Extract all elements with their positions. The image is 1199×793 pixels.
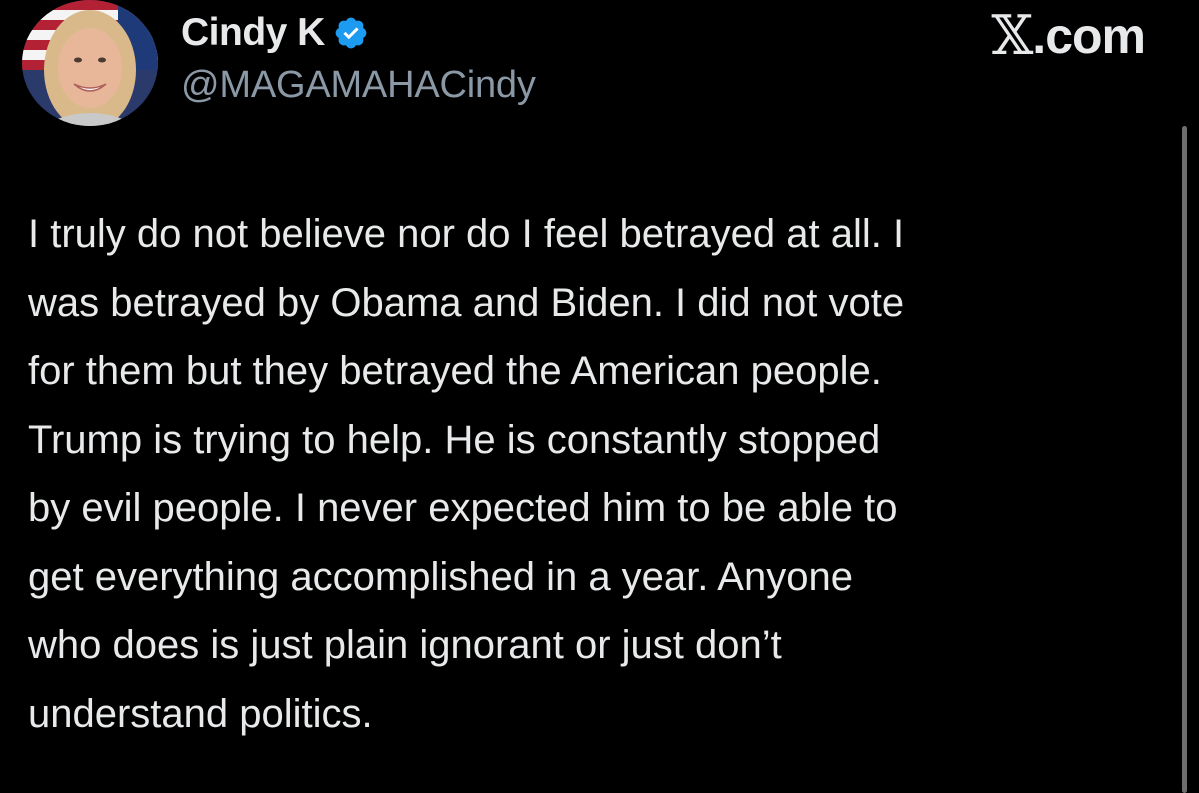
tweet-text-line: who does is just plain ignorant or just … xyxy=(28,623,782,667)
x-logo-icon: 𝕏 .com xyxy=(991,4,1146,67)
tweet-text-line: Trump is trying to help. He is constantl… xyxy=(28,417,881,462)
brand-mark: 𝕏 xyxy=(991,4,1033,67)
brand-suffix: .com xyxy=(1032,7,1146,64)
tweet-text-line: understand politics. xyxy=(28,691,373,736)
tweet-text-line: was betrayed by Obama and Biden. I did n… xyxy=(28,280,905,325)
tweet-text-line: by evil people. I never expected him to … xyxy=(28,486,898,530)
tweet-text: I truly do not believe nor do I feel bet… xyxy=(28,200,1158,748)
verified-badge-icon xyxy=(333,15,369,51)
tweet-text-line: for them but they betrayed the American … xyxy=(28,349,882,393)
tweet-text-line: get everything accomplished in a year. A… xyxy=(28,554,853,599)
scrollbar[interactable] xyxy=(1182,126,1187,793)
author-handle[interactable]: @MAGAMAHACindy xyxy=(181,64,536,107)
tweet-card: Cindy K @MAGAMAHACindy 𝕏 .com I truly do … xyxy=(0,0,1199,793)
avatar[interactable] xyxy=(22,0,158,126)
author-name-row[interactable]: Cindy K xyxy=(181,8,369,58)
tweet-text-line: I truly do not believe nor do I feel bet… xyxy=(28,212,905,256)
author-display-name[interactable]: Cindy K xyxy=(181,11,325,55)
